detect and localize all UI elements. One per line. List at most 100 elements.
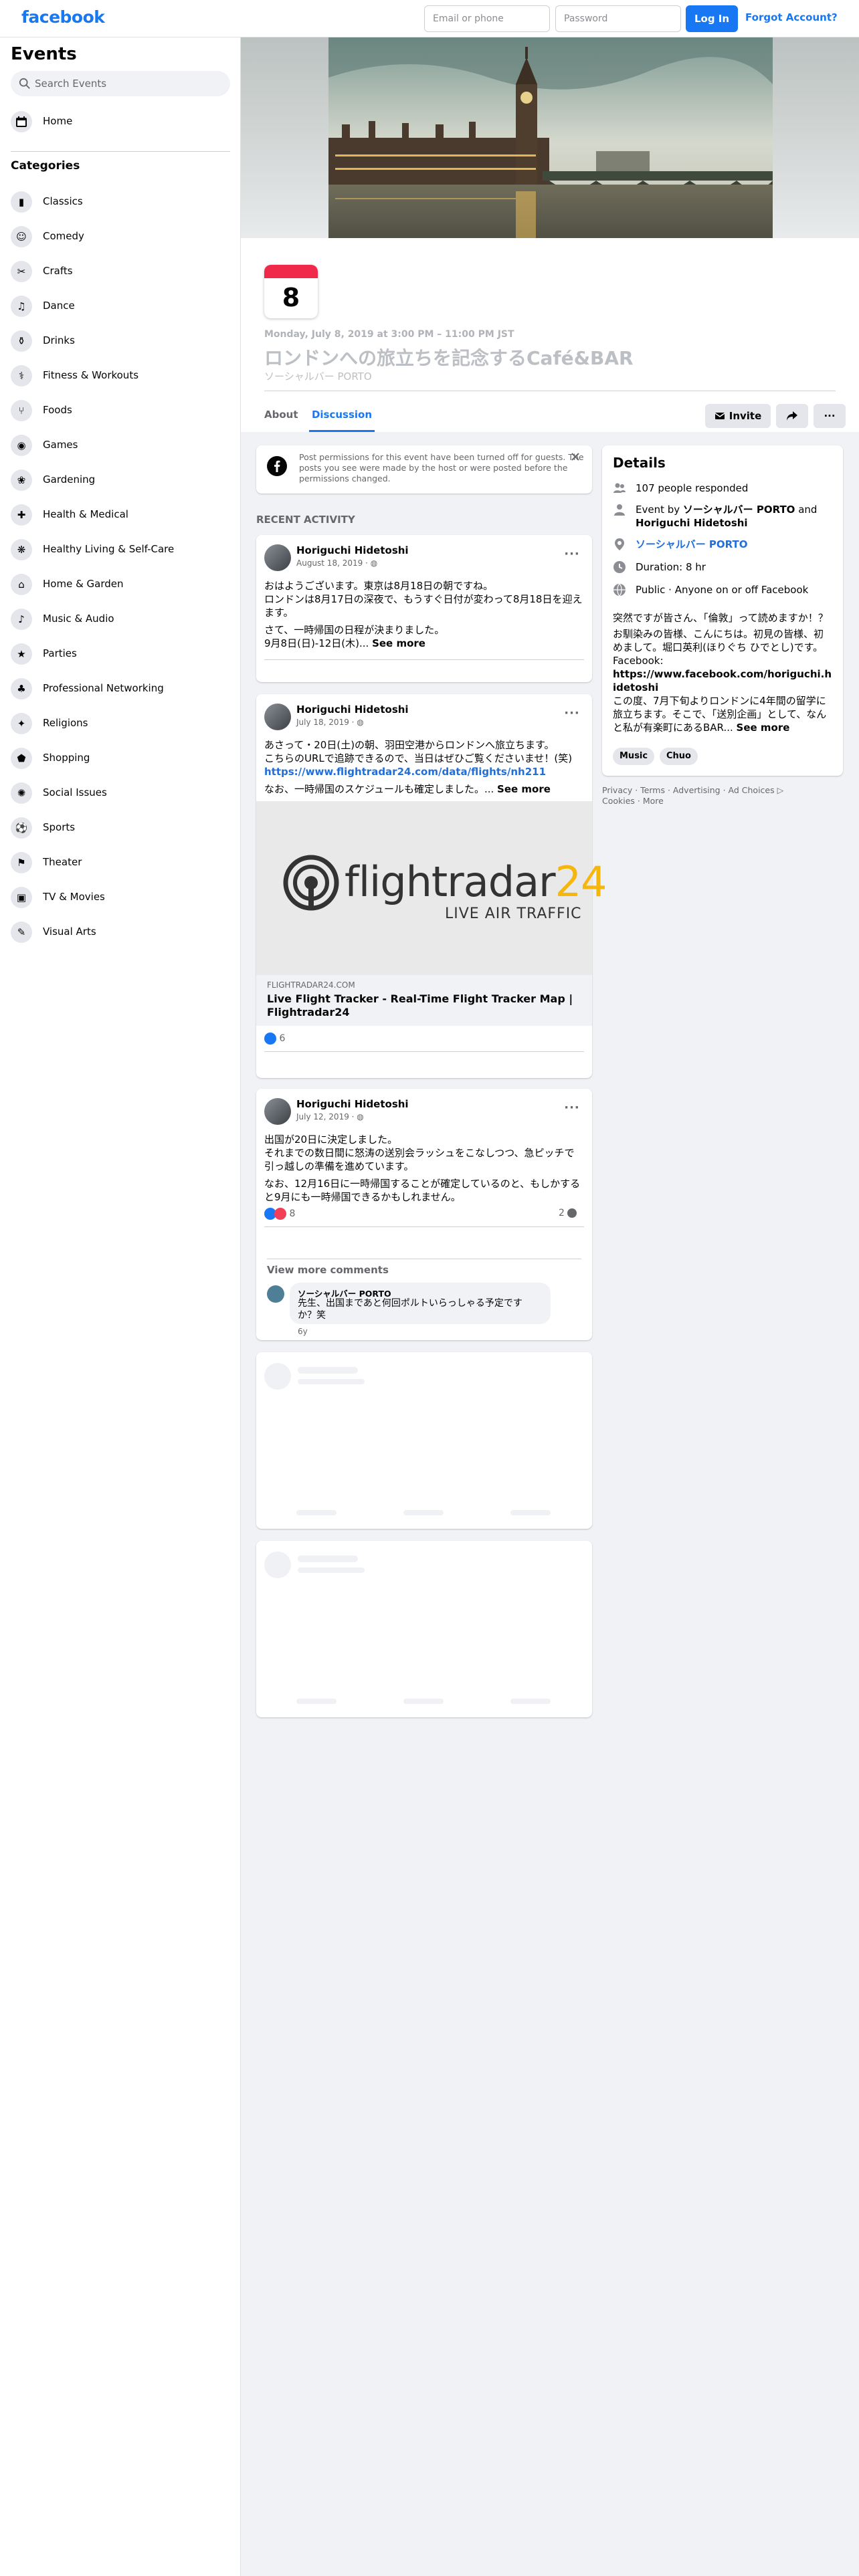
login-button[interactable]: Log In [686,5,738,32]
sports-icon: ⚽ [11,817,32,839]
recent-activity-heading: RECENT ACTIVITY [256,514,355,526]
close-icon[interactable] [571,452,580,461]
post-author[interactable]: Horiguchi Hidetoshi [296,1098,409,1110]
see-more-link[interactable]: See more [372,637,425,649]
visual-arts-icon: ✎ [11,922,32,943]
sidebar-item-religions[interactable]: ✦ Religions [5,706,235,741]
post-divider [264,1226,584,1227]
sidebar-item-social-issues[interactable]: ✺ Social Issues [5,776,235,811]
sidebar-item-home-garden[interactable]: ⌂ Home & Garden [5,567,235,602]
post-date[interactable]: July 12, 2019 · ◍ [296,1112,364,1121]
sidebar-item-comedy[interactable]: ☺ Comedy [5,219,235,254]
sidebar-item-crafts[interactable]: ✂ Crafts [5,254,235,289]
sidebar-item-home[interactable]: Home [5,104,235,139]
sidebar-item-label: Fitness & Workouts [43,369,139,381]
sidebar-item-foods[interactable]: ⑂ Foods [5,393,235,428]
comments-count[interactable]: 2 [559,1208,577,1218]
events-sidebar: Events Search Events Home Categories ▮ Cl… [0,37,241,2576]
flightradar-brand: flightradar24 [345,857,607,906]
post-author[interactable]: Horiguchi Hidetoshi [296,704,409,716]
health-icon: ✚ [11,504,32,526]
password-field[interactable] [555,5,681,32]
facebook-profile-link[interactable]: https://www.facebook.com/horiguchi.h idet… [613,667,840,694]
facebook-logo[interactable]: facebook [21,7,105,27]
sidebar-item-dance[interactable]: ♫ Dance [5,289,235,324]
person-link[interactable]: Horiguchi Hidetoshi [636,517,748,529]
gardening-icon: ❀ [11,469,32,491]
view-more-comments-link[interactable]: View more comments [267,1264,389,1276]
tag-music[interactable]: Music [613,748,655,765]
location-link[interactable]: ソーシャルバー PORTO [636,538,850,551]
post-body: 出国が20日に決定しました。 それまでの数日間に怒涛の送別会ラッシュをこなしつつ… [264,1134,581,1203]
post-date[interactable]: August 18, 2019 · ◍ [296,558,377,568]
sidebar-item-sports[interactable]: ⚽ Sports [5,811,235,845]
author-avatar[interactable] [264,704,291,730]
home-garden-icon: ⌂ [11,574,32,595]
post-author[interactable]: Horiguchi Hidetoshi [296,544,409,556]
author-avatar[interactable] [264,1098,291,1125]
sidebar-item-label: Social Issues [43,786,107,798]
flight-url-link[interactable]: https://www.flightradar24.com/data/fligh… [264,765,585,778]
event-title: ロンドンへの旅立ちを記念するCafé&BAR [264,347,634,369]
love-icon [274,1208,286,1220]
sidebar-item-networking[interactable]: ♣ Professional Networking [5,671,235,706]
sidebar-item-shopping[interactable]: ⬟ Shopping [5,741,235,776]
sidebar-item-gardening[interactable]: ❀ Gardening [5,463,235,498]
sidebar-item-label: TV & Movies [43,891,105,903]
comment-age[interactable]: 6y [298,1327,308,1336]
host-link[interactable]: ソーシャルバー PORTO [683,504,795,516]
post-options-button[interactable]: ··· [560,1095,584,1119]
tag-chuo[interactable]: Chuo [660,748,698,765]
event-host[interactable]: ソーシャルバー PORTO [264,369,372,383]
share-button[interactable] [776,404,808,428]
see-more-link[interactable]: See more [497,783,551,795]
globe-icon: ◍ [370,558,378,568]
reactions-summary[interactable]: 8 [264,1208,295,1220]
sidebar-item-health[interactable]: ✚ Health & Medical [5,498,235,532]
search-events-input[interactable]: Search Events [11,71,230,96]
top-bar: facebook Log In Forgot Account? [0,0,859,37]
sidebar-item-label: Shopping [43,752,90,764]
sidebar-item-theater[interactable]: ⚑ Theater [5,845,235,880]
radar-logo-icon [283,855,339,911]
sidebar-item-parties[interactable]: ★ Parties [5,637,235,671]
author-avatar[interactable] [264,544,291,571]
post-date[interactable]: July 18, 2019 · ◍ [296,718,364,727]
details-see-more-link[interactable]: See more [737,722,790,734]
tab-about[interactable]: About [264,399,302,432]
link-domain: FLIGHTRADAR24.COM [267,980,355,990]
more-options-button[interactable]: ··· [814,404,846,428]
sidebar-item-games[interactable]: ◉ Games [5,428,235,463]
sidebar-item-self-care[interactable]: ❋ Healthy Living & Self-Care [5,532,235,567]
commenter-avatar[interactable] [267,1285,284,1303]
sidebar-item-label: Music & Audio [43,613,114,625]
sidebar-item-fitness[interactable]: ⚕ Fitness & Workouts [5,358,235,393]
link-preview-image[interactable]: flightradar24 LIVE AIR TRAFFIC [256,801,607,975]
fitness-icon: ⚕ [11,365,32,387]
foods-icon: ⑂ [11,400,32,421]
reactions-summary[interactable]: 6 [264,1033,285,1045]
games-icon: ◉ [11,435,32,456]
like-icon [264,1033,276,1045]
event-date-line: Monday, July 8, 2019 at 3:00 PM – 11:00 … [264,329,514,340]
event-header: 8 Monday, July 8, 2019 at 3:00 PM – 11:0… [241,238,859,432]
sidebar-item-visual-arts[interactable]: ✎ Visual Arts [5,915,235,950]
sidebar-item-label: Home & Garden [43,578,124,590]
sidebar-item-drinks[interactable]: ⚱ Drinks [5,324,235,358]
post-options-button[interactable]: ··· [560,542,584,566]
shopping-icon: ⬟ [11,748,32,769]
forgot-account-link[interactable]: Forgot Account? [745,11,838,23]
flightradar-tagline: LIVE AIR TRAFFIC [445,905,582,922]
sidebar-item-classics[interactable]: ▮ Classics [5,185,235,219]
comment-text: 先生、出国まであと何回ポルトいらっしゃる予定です か？笑 [298,1298,522,1321]
email-field[interactable] [424,5,550,32]
search-icon [19,78,30,89]
footer-links[interactable]: Privacy · Terms · Advertising · Ad Choic… [602,785,850,807]
sidebar-item-music[interactable]: ♪ Music & Audio [5,602,235,637]
tab-discussion[interactable]: Discussion [309,399,375,432]
sidebar-item-tv-movies[interactable]: ▣ TV & Movies [5,880,235,915]
link-preview-meta[interactable]: FLIGHTRADAR24.COM Live Flight Tracker - … [256,975,592,1026]
post-options-button[interactable]: ··· [560,701,584,725]
invite-button[interactable]: Invite [705,404,771,428]
event-description: 突然ですが皆さん、「倫敦」って読めますか！？ お馴染みの皆様、こんにちは。初見の… [613,611,840,734]
